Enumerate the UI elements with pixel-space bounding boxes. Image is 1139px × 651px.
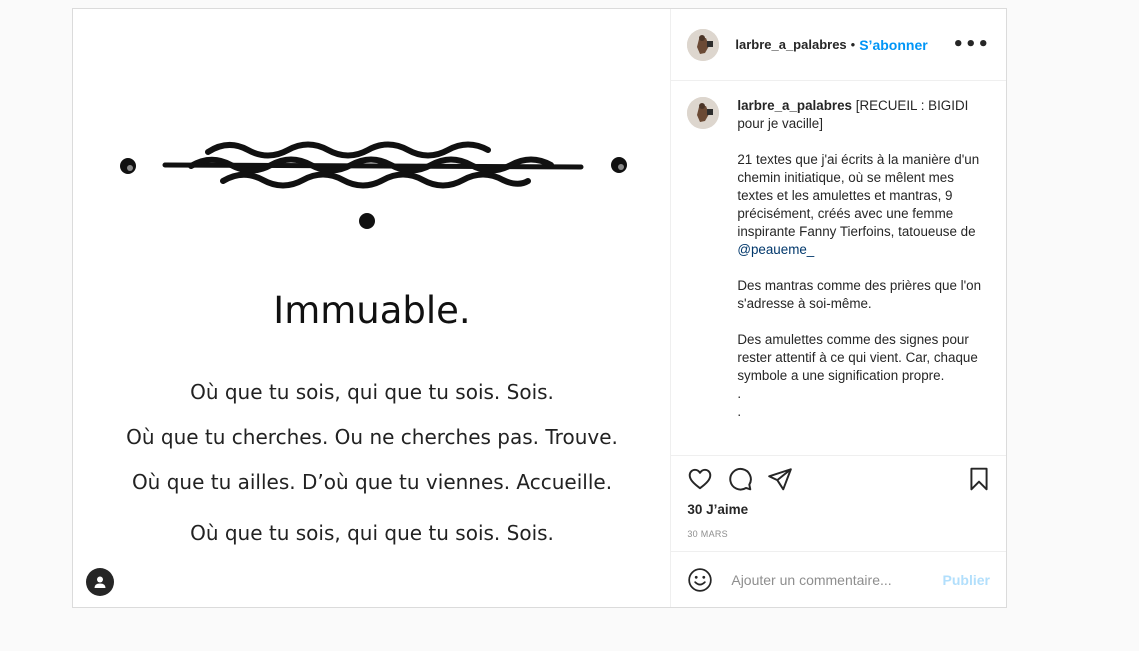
- caption-paragraph: Des amulettes comme des signes pour rest…: [737, 332, 978, 383]
- comment-bar: Publier: [671, 551, 1006, 607]
- instagram-post: Immuable. Où que tu sois, qui que tu soi…: [72, 8, 1007, 608]
- post-header: larbre_a_palabres • S’abonner •••: [671, 9, 1006, 81]
- poem-title: Immuable.: [273, 289, 471, 332]
- user-tag-button[interactable]: [86, 568, 114, 596]
- more-options-button[interactable]: •••: [952, 35, 990, 54]
- caption-paragraph: 21 textes que j'ai écrits à la manière d…: [737, 152, 980, 239]
- comment-input[interactable]: [729, 570, 940, 589]
- publish-button[interactable]: Publier: [943, 572, 990, 588]
- heart-icon[interactable]: [687, 466, 713, 492]
- caption-scroll-area[interactable]: larbre_a_palabres [RECUEIL : BIGIDI pour…: [671, 81, 1006, 455]
- avatar[interactable]: [687, 28, 720, 61]
- like-count[interactable]: 30 J’aime: [687, 502, 748, 517]
- poem-line: Où que tu sois, qui que tu sois. Sois.: [190, 380, 554, 404]
- caption: larbre_a_palabres [RECUEIL : BIGIDI pour…: [737, 97, 985, 455]
- caption-dot: .: [737, 386, 742, 401]
- emoji-icon[interactable]: [687, 567, 713, 593]
- poem-line: Où que tu ailles. D’où que tu viennes. A…: [131, 470, 613, 494]
- wave-ornament: [120, 141, 627, 229]
- actions-bar: 30 J’aime 30 MARS: [671, 455, 1006, 551]
- caption-dot: .: [737, 404, 742, 419]
- follow-button[interactable]: S’abonner: [859, 37, 927, 53]
- bookmark-icon[interactable]: [966, 466, 992, 492]
- share-icon[interactable]: [767, 466, 793, 492]
- user-tag-icon: [94, 576, 106, 588]
- poem-line: Où que tu sois, qui que tu sois. Sois.: [190, 521, 554, 545]
- caption-username[interactable]: larbre_a_palabres: [737, 98, 852, 113]
- header-username[interactable]: larbre_a_palabres: [735, 37, 846, 52]
- separator-dot: •: [850, 37, 856, 52]
- post-image[interactable]: Immuable. Où que tu sois, qui que tu soi…: [73, 9, 672, 607]
- mention-link[interactable]: @peaueme_: [737, 242, 814, 257]
- comment-icon[interactable]: [727, 466, 753, 492]
- caption-paragraph: Des mantras comme des prières que l'on s…: [737, 278, 982, 311]
- poem-line: Où que tu cherches. Ou ne cherches pas. …: [126, 425, 618, 449]
- post-date[interactable]: 30 MARS: [687, 529, 728, 539]
- avatar[interactable]: [687, 97, 720, 129]
- post-sidebar: larbre_a_palabres • S’abonner ••• larbre…: [671, 9, 1006, 607]
